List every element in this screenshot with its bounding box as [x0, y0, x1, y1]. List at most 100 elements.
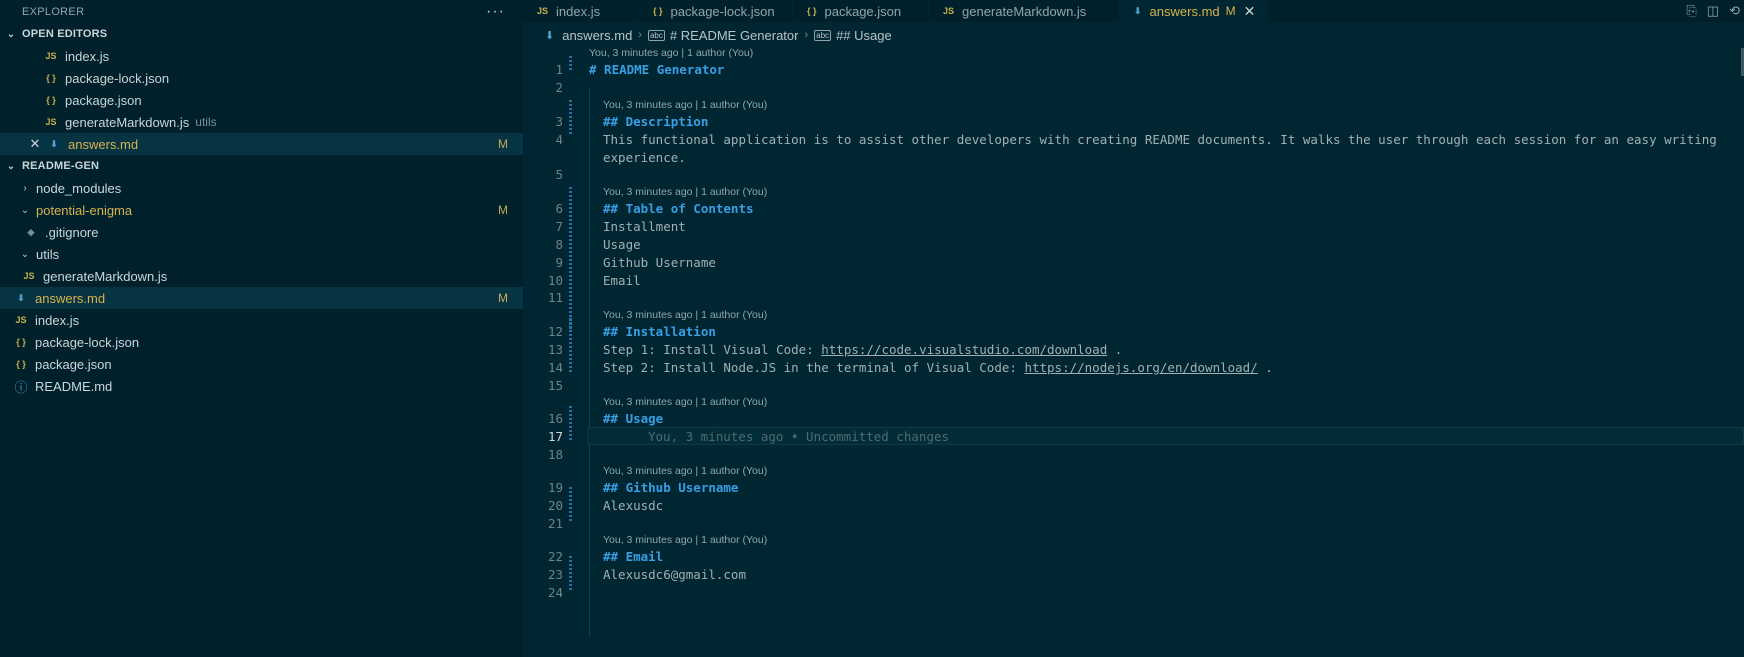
- gutter-modified-marker: [569, 406, 572, 440]
- code-line: Usage: [603, 237, 641, 252]
- breadcrumb-heading-1[interactable]: # README Generator: [670, 28, 799, 43]
- file-label: README.md: [35, 378, 113, 394]
- code-line: Email: [603, 273, 641, 288]
- close-icon[interactable]: ✕: [26, 136, 44, 152]
- line-number: 2: [555, 80, 563, 95]
- file-item[interactable]: ◆ .gitignore: [0, 221, 523, 243]
- code-line: # README Generator: [589, 62, 725, 77]
- folder-item[interactable]: › node_modules: [0, 177, 523, 199]
- code-editor[interactable]: You, 3 minutes ago | 1 author (You) You,…: [523, 46, 1744, 657]
- heading-symbol-icon: abc: [647, 29, 665, 41]
- open-editor-item[interactable]: { } package.json: [0, 89, 523, 111]
- revert-icon[interactable]: ⟲: [1729, 3, 1740, 19]
- split-editor-icon[interactable]: ◫: [1707, 3, 1719, 19]
- markdown-file-icon: ⬇: [17, 292, 25, 303]
- open-editor-label: index.js: [65, 48, 110, 64]
- code-link[interactable]: https://nodejs.org/en/download/: [1024, 360, 1257, 375]
- line-number: 11: [547, 290, 563, 305]
- js-file-icon: JS: [15, 315, 27, 325]
- code-line: ## Installation: [603, 324, 716, 339]
- tab-generate-markdown-js[interactable]: JS generateMarkdown.js: [929, 0, 1120, 22]
- open-editor-item-active[interactable]: ✕ ⬇ answers.md M: [0, 133, 523, 155]
- file-item[interactable]: JS generateMarkdown.js: [0, 265, 523, 287]
- line-number: 7: [555, 219, 563, 234]
- line-number: 4: [555, 132, 563, 147]
- file-item[interactable]: ⓘ README.md: [0, 375, 523, 397]
- file-item[interactable]: { } package-lock.json: [0, 331, 523, 353]
- folder-item[interactable]: ⌄ utils: [0, 243, 523, 265]
- breadcrumb-separator: ›: [804, 29, 809, 41]
- open-editor-item[interactable]: { } package-lock.json: [0, 67, 523, 89]
- file-item[interactable]: { } package.json: [0, 353, 523, 375]
- gutter-modified-marker: [569, 187, 572, 329]
- code-text: .: [1257, 360, 1273, 375]
- tab-label: package-lock.json: [670, 3, 775, 19]
- tab-package-json[interactable]: { } package.json: [793, 0, 929, 22]
- more-actions-icon[interactable]: ···: [486, 3, 505, 19]
- breadcrumb-file[interactable]: answers.md: [562, 28, 632, 43]
- code-text: Step 2: Install Node.JS in the terminal …: [603, 360, 1025, 375]
- js-file-icon: JS: [45, 51, 57, 61]
- blame-codelens[interactable]: You, 3 minutes ago | 1 author (You): [603, 534, 767, 546]
- modified-badge: M: [498, 137, 508, 151]
- editor-actions: ⎘ ◫ ⟲: [1686, 0, 1740, 22]
- line-number: 18: [547, 447, 563, 462]
- line-number: 8: [555, 237, 563, 252]
- open-editor-item[interactable]: JS index.js: [0, 45, 523, 67]
- gutter-modified-marker: [569, 56, 572, 72]
- code-line: Alexusdc: [603, 498, 664, 513]
- file-item[interactable]: JS index.js: [0, 309, 523, 331]
- tab-index-js[interactable]: JS index.js: [523, 0, 639, 22]
- code-line: ## Usage: [603, 411, 664, 426]
- line-number: 6: [555, 201, 563, 216]
- chevron-down-icon: ⌄: [20, 248, 30, 260]
- code-line: Github Username: [603, 255, 716, 270]
- line-number: 15: [547, 378, 563, 393]
- git-compare-icon[interactable]: ⎘: [1686, 3, 1696, 19]
- breadcrumb-heading-2[interactable]: ## Usage: [836, 28, 892, 43]
- blame-codelens[interactable]: You, 3 minutes ago | 1 author (You): [603, 396, 767, 408]
- explorer-title: EXPLORER: [22, 5, 85, 18]
- explorer-sidebar: EXPLORER ··· ⌄ OPEN EDITORS JS index.js …: [0, 0, 523, 657]
- chevron-down-icon: ⌄: [20, 204, 30, 216]
- close-tab-icon[interactable]: ✕: [1244, 3, 1256, 20]
- blame-codelens[interactable]: You, 3 minutes ago | 1 author (You): [603, 186, 767, 198]
- js-file-icon: JS: [45, 117, 57, 127]
- blame-codelens[interactable]: You, 3 minutes ago | 1 author (You): [603, 309, 767, 321]
- gutter-modified-marker: [569, 318, 572, 372]
- code-link[interactable]: https://code.visualstudio.com/download: [821, 342, 1107, 357]
- open-editor-item[interactable]: JS generateMarkdown.js utils: [0, 111, 523, 133]
- blame-codelens[interactable]: You, 3 minutes ago | 1 author (You): [603, 99, 767, 111]
- code-line: ## Description: [603, 114, 709, 129]
- code-line: Alexusdc6@gmail.com: [603, 567, 746, 582]
- tab-label: answers.md: [1149, 3, 1220, 19]
- line-number: 1: [555, 62, 563, 77]
- code-line: ## Github Username: [603, 480, 739, 495]
- file-label: index.js: [35, 312, 80, 328]
- code-text: .: [1107, 342, 1123, 357]
- chevron-down-icon: ⌄: [6, 28, 16, 40]
- json-file-icon: { }: [16, 359, 26, 369]
- file-item-active[interactable]: ⬇ answers.md M: [0, 287, 523, 309]
- modified-badge: M: [498, 203, 508, 217]
- line-number: 3: [555, 114, 563, 129]
- json-file-icon: { }: [46, 73, 56, 83]
- line-number: 14: [547, 360, 563, 375]
- gutter-modified-marker: [569, 556, 572, 590]
- markdown-file-icon: ⬇: [1134, 5, 1142, 16]
- project-section[interactable]: ⌄ README-GEN: [0, 155, 523, 177]
- line-number: 10: [547, 273, 563, 288]
- open-editors-section[interactable]: ⌄ OPEN EDITORS: [0, 23, 523, 45]
- blame-codelens[interactable]: You, 3 minutes ago | 1 author (You): [603, 465, 767, 477]
- tab-answers-md[interactable]: ⬇ answers.md M ✕: [1120, 0, 1268, 22]
- json-file-icon: { }: [653, 6, 663, 16]
- gutter-modified-marker: [569, 487, 572, 521]
- indent-guide: [589, 88, 590, 637]
- tab-label: package.json: [824, 3, 902, 19]
- folder-item[interactable]: ⌄ potential-enigma M: [0, 199, 523, 221]
- code-line: This functional application is to assist…: [603, 132, 1717, 147]
- line-number: 21: [547, 516, 563, 531]
- folder-label: node_modules: [36, 180, 122, 196]
- tab-package-lock-json[interactable]: { } package-lock.json: [639, 0, 793, 22]
- blame-codelens[interactable]: You, 3 minutes ago | 1 author (You): [589, 47, 753, 59]
